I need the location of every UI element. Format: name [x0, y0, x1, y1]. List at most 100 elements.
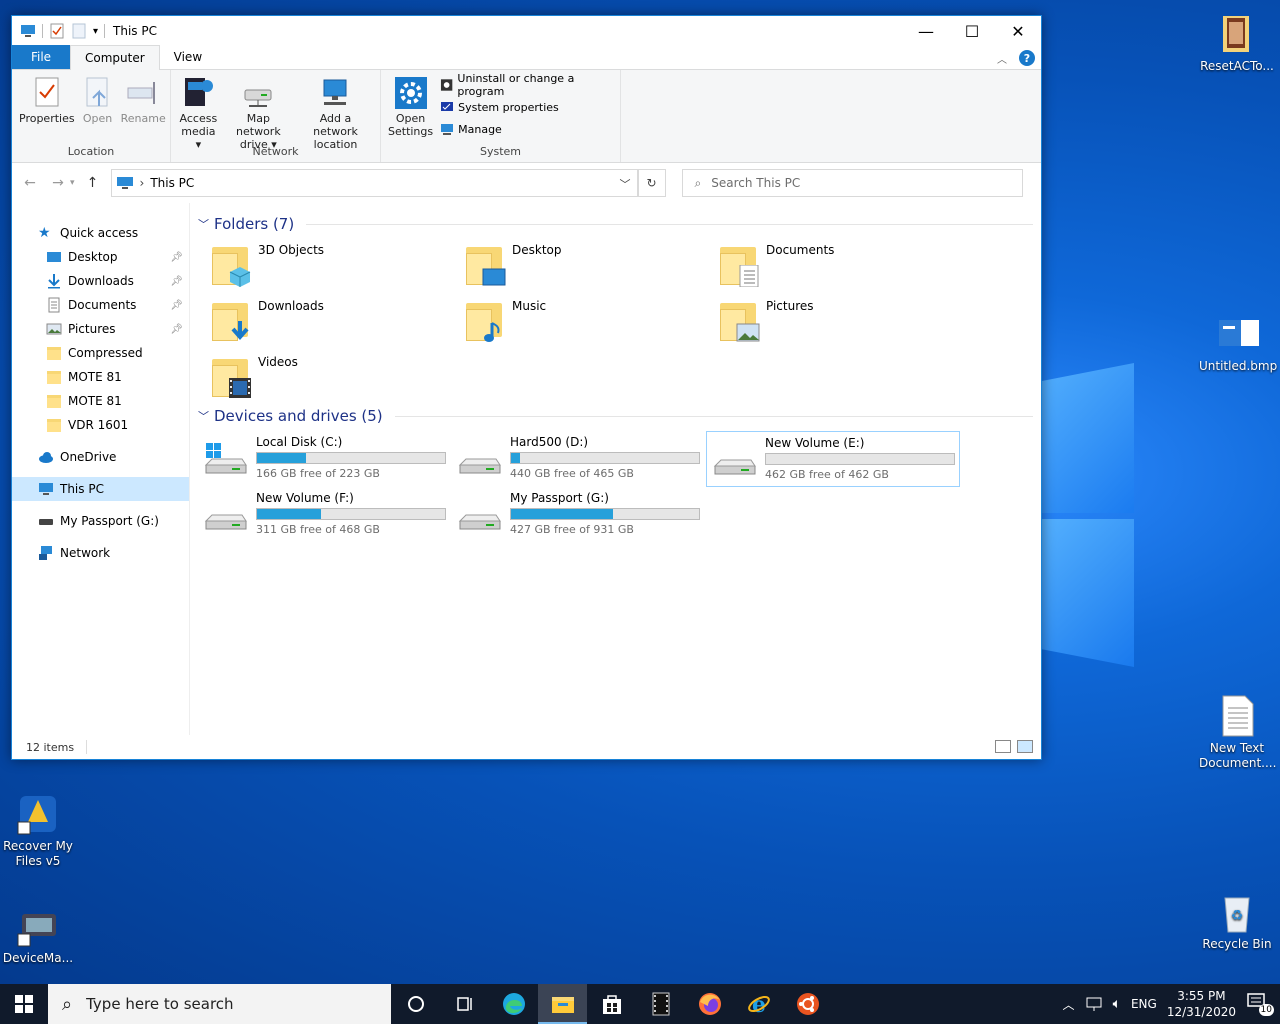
title-bar[interactable]: ▾ This PC — ☐ ✕ — [12, 16, 1041, 46]
drive-c[interactable]: Local Disk (C:) 166 GB free of 223 GB — [198, 431, 452, 487]
properties-icon[interactable] — [49, 23, 65, 39]
nav-vdr-1601[interactable]: VDR 1601 — [12, 413, 189, 437]
close-button[interactable]: ✕ — [995, 16, 1041, 46]
desktop-icon-untitled-bmp[interactable]: Untitled.bmp — [1199, 312, 1277, 374]
show-hidden-icons-icon[interactable]: ︿ — [1063, 996, 1075, 1013]
nav-pictures[interactable]: Pictures 📌︎ — [12, 317, 189, 341]
drive-name: New Volume (F:) — [256, 491, 354, 505]
tab-computer[interactable]: Computer — [70, 45, 160, 70]
taskbar-search-box[interactable]: ⌕ Type here to search — [48, 984, 391, 1024]
nav-this-pc[interactable]: This PC — [12, 477, 189, 501]
hard-drive-icon — [456, 435, 504, 483]
nav-label: Quick access — [60, 226, 139, 240]
pin-icon[interactable]: 📌︎ — [170, 300, 183, 311]
up-button[interactable]: ↑ — [83, 175, 103, 191]
nav-onedrive[interactable]: OneDrive — [12, 445, 189, 469]
new-folder-icon[interactable] — [71, 23, 87, 39]
uninstall-program-button[interactable]: Uninstall or change a program — [440, 72, 616, 98]
drive-g[interactable]: My Passport (G:) 427 GB free of 931 GB — [452, 487, 706, 543]
refresh-button[interactable]: ↻ — [637, 169, 666, 197]
minimize-button[interactable]: — — [903, 16, 949, 46]
nav-label: This PC — [60, 482, 104, 496]
desktop-icon-resetacto[interactable]: ResetACTo... — [1199, 12, 1275, 74]
tab-file[interactable]: File — [12, 45, 70, 69]
nav-compressed[interactable]: Compressed — [12, 341, 189, 365]
recent-locations-icon[interactable]: ▾ — [70, 178, 75, 188]
drive-d[interactable]: Hard500 (D:) 440 GB free of 465 GB — [452, 431, 706, 487]
ubuntu-icon[interactable] — [783, 984, 832, 1024]
breadcrumb-separator-icon[interactable]: › — [140, 176, 145, 190]
drive-free-space: 462 GB free of 462 GB — [765, 468, 889, 481]
action-center-icon[interactable]: 10 — [1246, 992, 1274, 1016]
folder-3d-objects[interactable]: 3D Objects — [198, 235, 452, 291]
cortana-icon[interactable] — [391, 984, 440, 1024]
nav-my-passport[interactable]: My Passport (G:) — [12, 509, 189, 533]
system-properties-button[interactable]: System properties — [440, 98, 616, 116]
folder-music[interactable]: Music — [452, 291, 706, 347]
desktop-icon-recover-my-files[interactable]: Recover My Files v5 — [0, 792, 76, 869]
internet-explorer-icon[interactable]: e — [734, 984, 783, 1024]
breadcrumb-this-pc[interactable]: This PC — [150, 176, 194, 190]
nav-desktop[interactable]: Desktop 📌︎ — [12, 245, 189, 269]
clock[interactable]: 3:55 PM 12/31/2020 — [1167, 988, 1236, 1020]
file-explorer-icon[interactable] — [538, 984, 587, 1024]
desktop-icon-device-manager[interactable]: DeviceMa... — [0, 904, 76, 966]
desktop-icon-new-text-document[interactable]: New Text Document.... — [1199, 694, 1276, 771]
firefox-icon[interactable] — [685, 984, 734, 1024]
start-button[interactable] — [0, 984, 48, 1024]
nav-label: Desktop — [68, 250, 118, 264]
large-icons-view-icon[interactable] — [1017, 740, 1033, 753]
drive-free-space: 166 GB free of 223 GB — [256, 467, 380, 480]
folder-desktop[interactable]: Desktop — [452, 235, 706, 291]
section-title: Devices and drives (5) — [214, 407, 383, 425]
pin-icon[interactable]: 📌︎ — [170, 276, 183, 287]
desktop-icon-recycle-bin[interactable]: ♻ Recycle Bin — [1199, 890, 1275, 952]
forward-button[interactable]: → — [48, 175, 68, 191]
address-bar[interactable]: › This PC ﹀ — [110, 169, 638, 197]
volume-icon[interactable]: 🔈︎ — [1113, 996, 1121, 1012]
nav-quick-access[interactable]: ★ Quick access — [12, 221, 189, 245]
nav-downloads[interactable]: Downloads 📌︎ — [12, 269, 189, 293]
folders-section-header[interactable]: ﹀ Folders (7) — [198, 213, 1033, 235]
help-button[interactable]: ? — [1019, 50, 1035, 66]
nav-mote-81-2[interactable]: MOTE 81 — [12, 389, 189, 413]
nav-mote-81[interactable]: MOTE 81 — [12, 365, 189, 389]
collapse-chevron-icon[interactable]: ﹀ — [198, 408, 209, 424]
input-language[interactable]: ENG — [1131, 997, 1157, 1011]
store-icon[interactable] — [587, 984, 636, 1024]
folder-pictures[interactable]: Pictures — [706, 291, 960, 347]
manage-button[interactable]: Manage — [440, 120, 616, 138]
ribbon-group-location: Properties Open Rename Location — [12, 70, 171, 162]
address-dropdown-icon[interactable]: ﹀ — [620, 176, 631, 192]
rename-label: Rename — [120, 112, 166, 125]
drive-e[interactable]: New Volume (E:) 462 GB free of 462 GB — [706, 431, 960, 487]
film-app-icon[interactable] — [636, 984, 685, 1024]
pin-icon[interactable]: 📌︎ — [170, 324, 183, 335]
collapse-ribbon-icon[interactable]: ︿ — [997, 51, 1007, 66]
access-media-label-line1: Access — [179, 112, 218, 125]
device-manager-icon — [16, 904, 60, 948]
drives-section-header[interactable]: ﹀ Devices and drives (5) — [198, 405, 1033, 427]
details-view-icon[interactable] — [995, 740, 1011, 753]
search-box[interactable]: ⌕ Search This PC — [681, 169, 1023, 197]
network-status-icon[interactable] — [1085, 996, 1103, 1012]
tab-view[interactable]: View — [160, 45, 216, 69]
maximize-button[interactable]: ☐ — [949, 16, 995, 46]
back-button[interactable]: ← — [20, 175, 40, 191]
navigation-bar: ← → ▾ ↑ › This PC ﹀ ↻ ⌕ Search This PC — [12, 163, 1041, 203]
nav-network[interactable]: Network — [12, 541, 189, 565]
folder-documents[interactable]: Documents — [706, 235, 960, 291]
desktop-icon-label-line1: New Text — [1209, 741, 1265, 755]
system-tray: ︿ 🔈︎ ENG 3:55 PM 12/31/2020 10 — [1063, 984, 1280, 1024]
drive-f[interactable]: New Volume (F:) 311 GB free of 468 GB — [198, 487, 452, 543]
collapse-chevron-icon[interactable]: ﹀ — [198, 216, 209, 232]
customize-qat-icon[interactable]: ▾ — [93, 26, 98, 37]
nav-documents[interactable]: Documents 📌︎ — [12, 293, 189, 317]
desktop-icon-label: DeviceMa... — [2, 951, 74, 965]
edge-icon[interactable] — [489, 984, 538, 1024]
task-view-icon[interactable] — [440, 984, 489, 1024]
folder-videos[interactable]: Videos — [198, 347, 452, 403]
pin-icon[interactable]: 📌︎ — [170, 252, 183, 263]
window-title: This PC — [113, 24, 157, 38]
folder-downloads[interactable]: Downloads — [198, 291, 452, 347]
